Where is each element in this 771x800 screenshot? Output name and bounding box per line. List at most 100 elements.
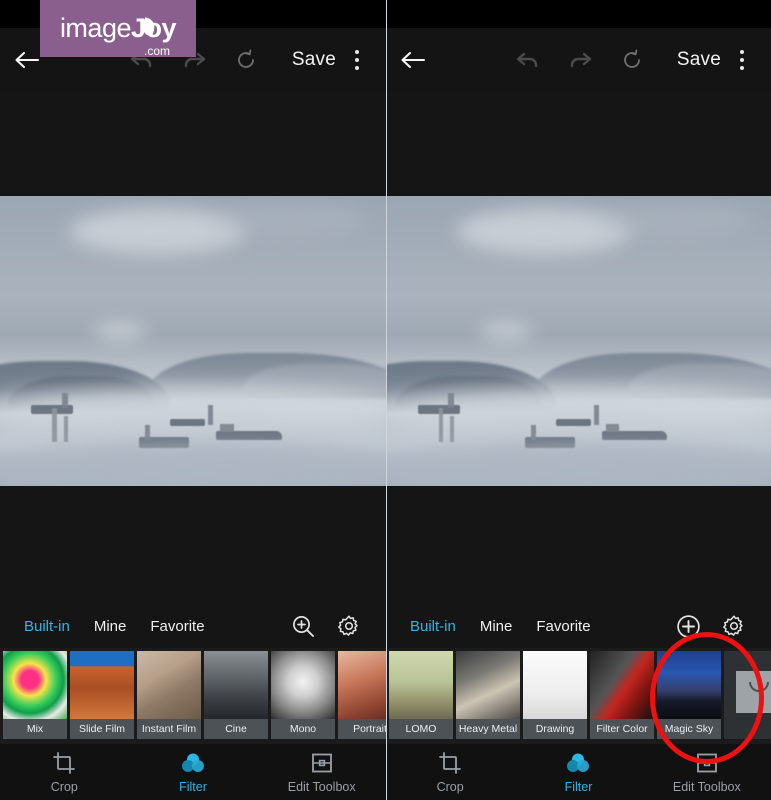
back-arrow-icon: [401, 51, 426, 69]
mast: [594, 404, 599, 426]
ship: [555, 419, 591, 427]
tab-mine[interactable]: Mine: [82, 618, 139, 635]
nav-filter[interactable]: Filter: [129, 744, 258, 800]
nav-filter[interactable]: Filter: [514, 744, 642, 800]
tab-favorite[interactable]: Favorite: [524, 618, 602, 635]
filter-thumb-cine[interactable]: Cine: [204, 651, 268, 739]
filter-preview-image: [338, 651, 386, 719]
filter-preview-image: [590, 651, 654, 719]
filter-settings-button[interactable]: [711, 614, 757, 638]
app-screenshot: Save Built-in Mine Favorite Mix Slide Fi…: [0, 0, 771, 800]
save-button[interactable]: Save: [673, 49, 731, 71]
back-button[interactable]: [400, 50, 444, 70]
mast: [220, 423, 234, 433]
cloud: [92, 323, 147, 339]
right-bottom-nav: Crop Filter Edit Toolbox: [386, 744, 771, 800]
dot: [355, 58, 359, 62]
filter-thumb-slide-film[interactable]: Slide Film: [70, 651, 134, 739]
filter-preview-image: [3, 651, 67, 719]
filter-thumb-instant-film[interactable]: Instant Film: [137, 651, 201, 739]
reset-button[interactable]: [606, 48, 658, 72]
tab-mine[interactable]: Mine: [468, 618, 525, 635]
undo-icon: [516, 52, 538, 68]
filter-settings-button[interactable]: [326, 614, 372, 638]
filter-preview-image: [204, 651, 268, 719]
redo-button[interactable]: [554, 51, 606, 69]
overflow-menu-button[interactable]: [731, 50, 757, 70]
filter-label: Cine: [204, 719, 268, 739]
filter-label: Magic Sky: [657, 719, 721, 739]
mast: [605, 423, 620, 433]
dot: [740, 58, 744, 62]
filter-label: Filter Color: [590, 719, 654, 739]
dot: [740, 50, 744, 54]
filter-thumb-placeholder[interactable]: [724, 651, 771, 739]
filter-thumb-portrait[interactable]: Portrait: [338, 651, 386, 739]
undo-button[interactable]: [502, 51, 554, 69]
filter-label: Drawing: [523, 719, 587, 739]
dot: [355, 66, 359, 70]
tab-built-in[interactable]: Built-in: [12, 618, 82, 635]
nav-crop[interactable]: Crop: [386, 744, 514, 800]
filter-thumb-mix[interactable]: Mix: [3, 651, 67, 739]
nav-crop[interactable]: Crop: [0, 744, 129, 800]
nav-edit-toolbox[interactable]: Edit Toolbox: [643, 744, 771, 800]
reset-circular-arrow-icon: [238, 49, 254, 68]
filter-thumb-magic-sky[interactable]: Magic Sky: [657, 651, 721, 739]
filter-thumb-drawing[interactable]: Drawing: [523, 651, 587, 739]
nav-edit-toolbox[interactable]: Edit Toolbox: [257, 744, 386, 800]
edit-toolbox-icon: [311, 753, 332, 772]
add-filter-button[interactable]: [665, 614, 711, 639]
tab-favorite[interactable]: Favorite: [138, 618, 216, 635]
mast: [63, 416, 68, 443]
gear-icon: [338, 615, 358, 636]
filter-thumb-lomo[interactable]: LOMO: [389, 651, 453, 739]
nav-label: Filter: [564, 779, 593, 794]
filter-preview-image: [657, 651, 721, 719]
photo-canvas[interactable]: [0, 196, 386, 486]
filter-preview-image: [523, 651, 587, 719]
filter-label: Mono: [271, 719, 335, 739]
nav-label: Edit Toolbox: [672, 779, 741, 794]
crop-icon: [439, 751, 462, 774]
crop-icon: [53, 751, 76, 774]
filter-preview-image: [137, 651, 201, 719]
filter-circles-icon: [567, 753, 590, 772]
panel-divider: [386, 0, 387, 800]
edited-photo: [387, 196, 771, 486]
edit-toolbox-icon: [696, 753, 717, 772]
mast: [531, 425, 536, 440]
filter-preview-image: [70, 651, 134, 719]
nav-label: Filter: [179, 779, 207, 794]
magnifier-plus-button[interactable]: [280, 614, 326, 638]
gear-icon: [723, 615, 743, 636]
mast: [208, 404, 214, 426]
dot: [740, 66, 744, 70]
nav-label: Crop: [436, 779, 464, 794]
left-bottom-nav: Crop Filter Edit Toolbox: [0, 744, 386, 800]
cloud: [598, 201, 752, 237]
right-panel: Save Built-in Mine Favorite LOMO Heavy M…: [386, 0, 771, 800]
filter-thumb-filter-color[interactable]: Filter Color: [590, 651, 654, 739]
filter-preview-image: [389, 651, 453, 719]
filter-thumb-mono[interactable]: Mono: [271, 651, 335, 739]
right-filter-thumbnail-strip[interactable]: LOMO Heavy Metal Drawing Filter Color Ma…: [386, 648, 771, 744]
edited-photo: [0, 196, 386, 486]
mast: [450, 416, 455, 443]
back-arrow-icon: [15, 51, 40, 69]
overflow-menu-button[interactable]: [346, 50, 372, 70]
fog-bank: [0, 445, 386, 486]
fog-bank: [387, 445, 771, 486]
mast: [61, 393, 68, 408]
mast: [144, 425, 150, 440]
watermark-suffix: .com: [144, 44, 171, 58]
cloud: [212, 201, 367, 237]
filter-label: Heavy Metal: [456, 719, 520, 739]
photo-canvas[interactable]: [387, 196, 771, 486]
left-filter-thumbnail-strip[interactable]: Mix Slide Film Instant Film Cine Mono Po…: [0, 648, 386, 744]
reset-button[interactable]: [220, 48, 272, 72]
ship: [169, 419, 205, 427]
tab-built-in[interactable]: Built-in: [398, 618, 468, 635]
save-button[interactable]: Save: [288, 49, 346, 71]
filter-thumb-heavy-metal[interactable]: Heavy Metal: [456, 651, 520, 739]
